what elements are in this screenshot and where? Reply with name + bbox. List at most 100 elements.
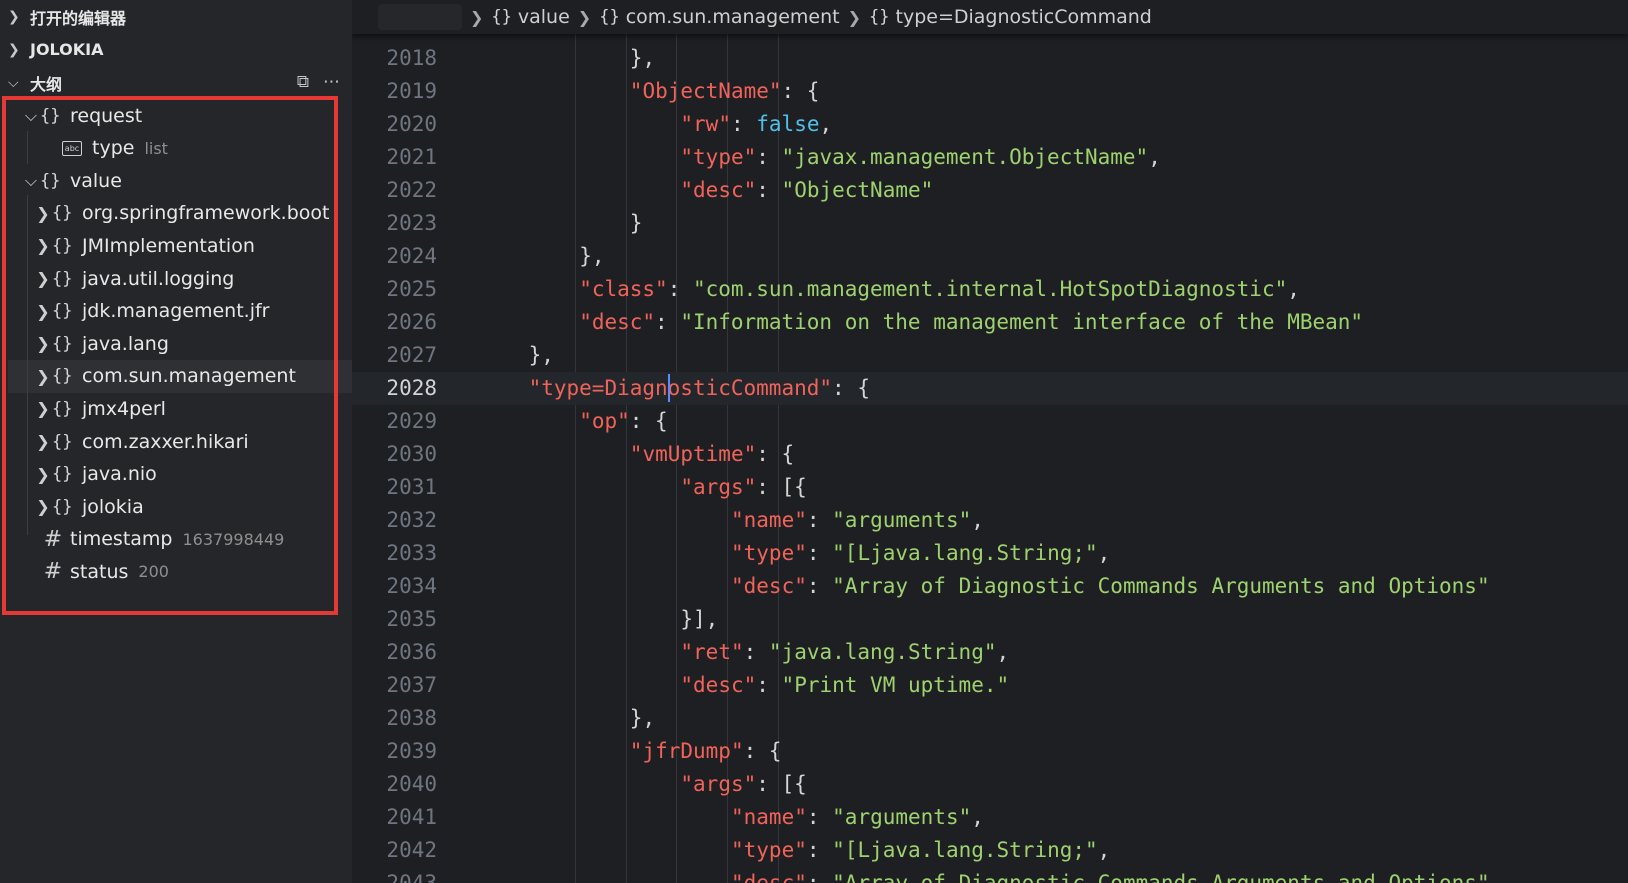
line-number: 2023 (386, 211, 437, 235)
code-line[interactable]: 2041 "name": "arguments", (352, 801, 1628, 834)
line-number: 2043 (386, 871, 437, 883)
outline-item-request[interactable]: ⌵{} request (8, 99, 352, 132)
outline-section-header[interactable]: ⌵ 大纲 ⧉ ⋯ (0, 66, 352, 99)
code-line[interactable]: 2019 "ObjectName": { (352, 75, 1628, 108)
code-line[interactable]: 2040 "args": [{ (352, 768, 1628, 801)
json-key: "ret" (680, 640, 744, 664)
breadcrumb-item[interactable]: type=DiagnosticCommand (896, 6, 1152, 28)
outline-item-value[interactable]: ⌵{} value (8, 164, 352, 197)
json-punctuation: } (629, 211, 643, 235)
code-line[interactable]: 2026 "desc": "Information on the manageme… (352, 306, 1628, 339)
chevron-right-icon[interactable]: ❯ (34, 302, 52, 321)
outline-item-type[interactable]: abc type list (8, 132, 352, 165)
code-line[interactable]: 2030 "vmUptime": { (352, 438, 1628, 471)
outline-item-com-sun-management[interactable]: ❯{} com.sun.management (8, 359, 352, 393)
json-punctuation: : (655, 310, 681, 334)
json-key: "args" (680, 772, 757, 796)
code-line[interactable]: 2037 "desc": "Print VM uptime." (352, 669, 1628, 702)
code-line[interactable]: 2038}, (352, 702, 1628, 735)
chevron-right-icon[interactable]: ❯ (34, 334, 52, 353)
chevron-down-icon[interactable]: ⌵ (22, 171, 40, 191)
chevron-right-icon[interactable]: ❯ (34, 497, 52, 516)
code-text: "type": "javax.management.ObjectName", (680, 141, 1160, 174)
code-line[interactable]: 2033 "type": "[Ljava.lang.String;", (352, 537, 1628, 570)
outline-item-jdk-management-jfr[interactable]: ❯{} jdk.management.jfr (8, 295, 352, 328)
line-number: 2022 (386, 178, 437, 202)
line-number: 2037 (386, 673, 437, 697)
breadcrumb-file-segment[interactable] (378, 4, 462, 30)
code-line[interactable]: 2034 "desc": "Array of Diagnostic Command… (352, 570, 1628, 603)
outline-item-timestamp[interactable]: # timestamp 1637998449 (8, 523, 352, 556)
code-line[interactable]: 2025 "class": "com.sun.management.interna… (352, 273, 1628, 306)
outline-item-label: request (70, 104, 143, 127)
code-line[interactable]: 2036 "ret": "java.lang.String", (352, 636, 1628, 669)
code-line[interactable]: 2035}], (352, 603, 1628, 636)
code-line[interactable]: 2029 "op": { (352, 405, 1628, 438)
line-number: 2029 (386, 409, 437, 433)
code-line[interactable]: 2032 "name": "arguments", (352, 504, 1628, 537)
code-line[interactable]: 2020 "rw": false, (352, 108, 1628, 141)
object-icon: {} (40, 105, 61, 126)
object-icon: {} (52, 431, 73, 452)
code-text: "type": "[Ljava.lang.String;", (731, 834, 1110, 867)
json-string: "Print VM uptime." (781, 673, 1010, 697)
breadcrumb-item[interactable]: value (518, 6, 570, 28)
code-editor[interactable]: ❯ {} value ❯ {} com.sun.management ❯ {} … (352, 0, 1628, 883)
outline-item-java-util-logging[interactable]: ❯{} java.util.logging (8, 262, 352, 295)
object-icon: {} (52, 333, 73, 354)
jolokia-section-header[interactable]: ❯ JOLOKIA (0, 33, 352, 66)
outline-item-org-springframework-boot[interactable]: ❯{} org.springframework.boot (8, 197, 352, 230)
code-text: "class": "com.sun.management.internal.Ho… (579, 273, 1300, 306)
code-line[interactable]: 2042 "type": "[Ljava.lang.String;", (352, 834, 1628, 867)
json-punctuation: }, (579, 244, 605, 268)
json-string: "[Ljava.lang.String;" (832, 838, 1098, 862)
chevron-right-icon[interactable]: ❯ (34, 204, 52, 223)
object-icon: {} (52, 366, 73, 387)
object-icon: {} (491, 7, 512, 27)
json-punctuation: , (996, 640, 1010, 664)
chevron-right-icon[interactable]: ❯ (34, 269, 52, 288)
code-line[interactable]: 2028 "type=DiagnosticCommand": { (352, 372, 1628, 405)
json-punctuation: , (1287, 277, 1300, 301)
outline-item-com-zaxxer-hikari[interactable]: ❯{} com.zaxxer.hikari (8, 425, 352, 458)
code-line[interactable]: 2027}, (352, 339, 1628, 372)
code-line[interactable]: 2022 "desc": "ObjectName" (352, 174, 1628, 207)
open-editors-header[interactable]: ❯ 打开的编辑器 (0, 0, 352, 33)
outline-item-label: com.zaxxer.hikari (82, 430, 249, 453)
outline-item-java-lang[interactable]: ❯{} java.lang (8, 327, 352, 360)
chevron-right-icon[interactable]: ❯ (34, 236, 52, 255)
json-punctuation: : (806, 805, 833, 829)
outline-item-java-nio[interactable]: ❯{} java.nio (8, 458, 352, 491)
object-icon: {} (52, 203, 73, 224)
outline-item-jolokia[interactable]: ❯{} jolokia (8, 490, 352, 523)
breadcrumb-item[interactable]: com.sun.management (626, 6, 840, 28)
chevron-right-icon[interactable]: ❯ (34, 465, 52, 484)
chevron-down-icon[interactable]: ⌵ (22, 106, 40, 126)
code-line[interactable]: 2031 "args": [{ (352, 471, 1628, 504)
code-line[interactable]: 2018}, (352, 42, 1628, 75)
json-string: "java.lang.String" (768, 640, 997, 664)
chevron-right-icon[interactable]: ❯ (34, 432, 52, 451)
code-line[interactable]: 2024}, (352, 240, 1628, 273)
more-actions-icon[interactable]: ⋯ (323, 72, 340, 92)
object-icon: {} (52, 268, 73, 289)
line-number: 2038 (386, 706, 437, 730)
json-punctuation: : { (781, 79, 820, 103)
code-text: }, (630, 702, 655, 735)
outline-item-status[interactable]: # status 200 (8, 555, 352, 588)
collapse-all-icon[interactable]: ⧉ (297, 72, 309, 92)
outline-item-jmimplementation[interactable]: ❯{} JMImplementation (8, 229, 352, 262)
chevron-right-icon[interactable]: ❯ (34, 367, 52, 386)
outline-item-jmx4perl[interactable]: ❯{} jmx4perl (8, 392, 352, 425)
code-text: "desc": "Information on the management i… (579, 306, 1363, 339)
object-icon: {} (52, 398, 73, 419)
code-line[interactable]: 2023} (352, 207, 1628, 240)
json-punctuation: : (756, 145, 782, 169)
json-punctuation: : { (743, 739, 782, 763)
chevron-right-icon[interactable]: ❯ (34, 399, 52, 418)
code-line[interactable]: 2039 "jfrDump": { (352, 735, 1628, 768)
outline-item-label: java.nio (82, 463, 157, 486)
code-line[interactable]: 2043 "desc": "Array of Diagnostic Command… (352, 867, 1628, 883)
object-icon: {} (869, 7, 890, 27)
code-line[interactable]: 2021 "type": "javax.management.ObjectName… (352, 141, 1628, 174)
